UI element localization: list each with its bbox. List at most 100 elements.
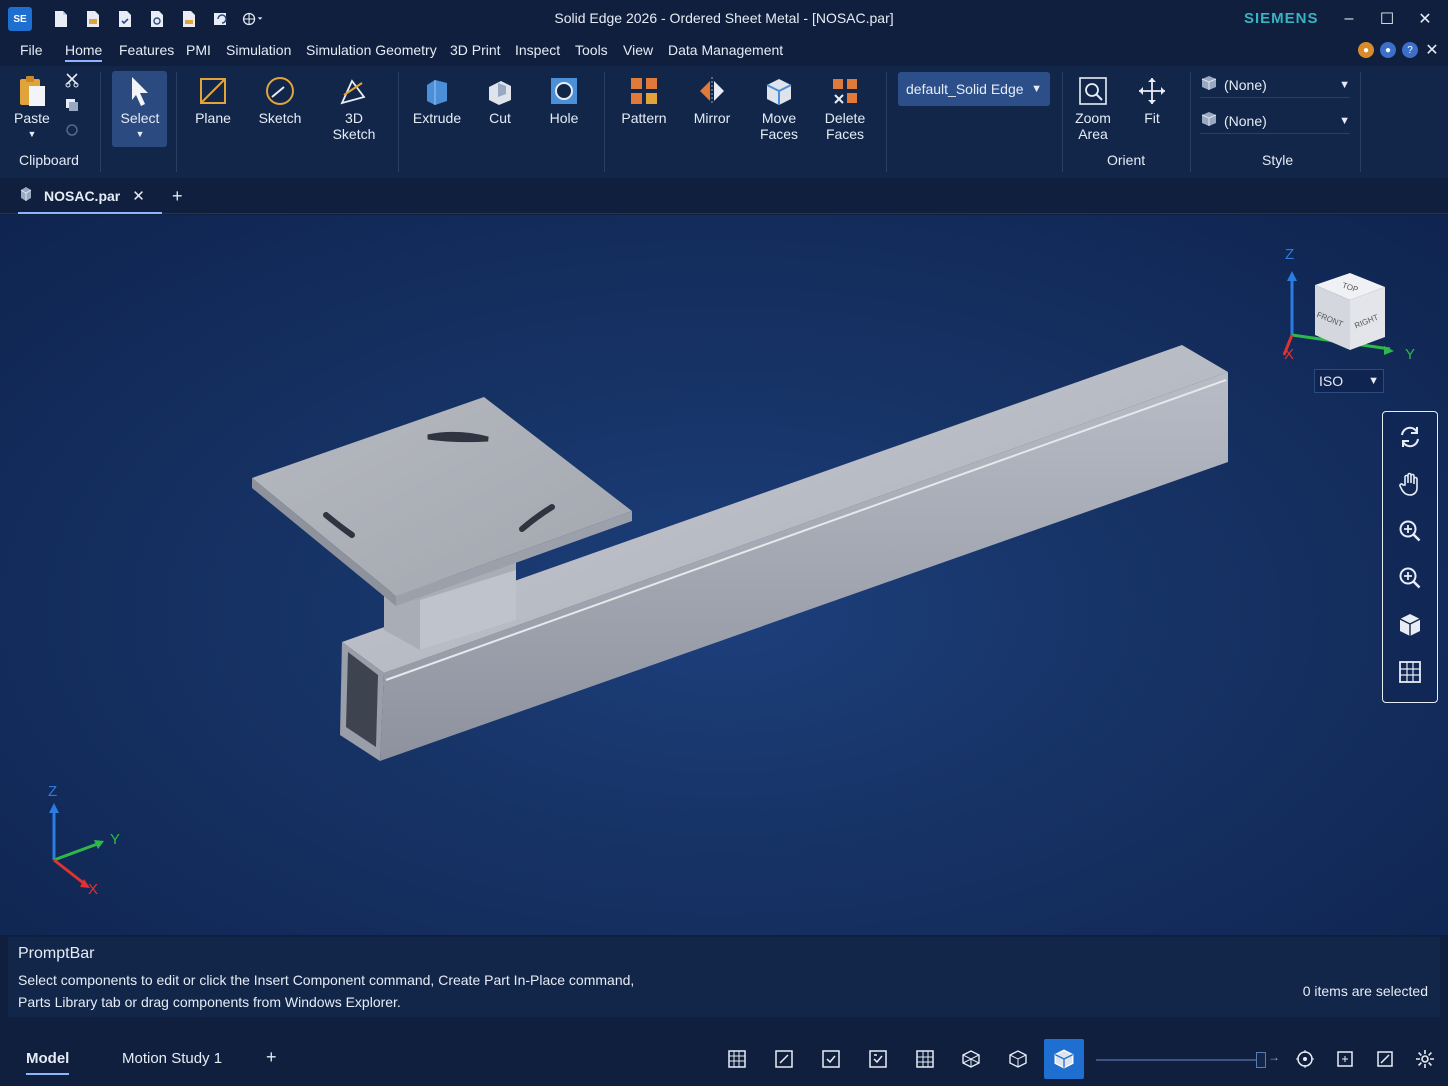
- view-orientation-dropdown[interactable]: ISO ▼: [1314, 369, 1384, 393]
- paste-label: Paste: [14, 110, 50, 126]
- window-title: Solid Edge 2026 - Ordered Sheet Metal - …: [554, 10, 894, 26]
- pattern-button[interactable]: Pattern: [618, 74, 670, 126]
- move-faces-button[interactable]: Move Faces: [758, 74, 800, 142]
- menu-bar: File Home Features PMI Simulation Simula…: [0, 40, 1448, 64]
- ribbon-separator: [100, 72, 101, 172]
- fit-button[interactable]: Fit: [1136, 74, 1168, 126]
- zoom-arrow-icon: →: [1268, 1050, 1280, 1064]
- template-dropdown[interactable]: default_Solid Edge ▼: [898, 72, 1050, 106]
- cut-clipboard-icon[interactable]: [64, 72, 80, 93]
- tab-simulation[interactable]: Simulation: [226, 42, 291, 58]
- gear-icon[interactable]: [1414, 1048, 1436, 1070]
- style-dropdown-1[interactable]: (None) ▼: [1200, 72, 1350, 98]
- extrude-button[interactable]: Extrude: [410, 74, 464, 126]
- style-dropdown-2[interactable]: (None) ▼: [1200, 108, 1350, 134]
- settings-view-icon[interactable]: [1374, 1048, 1396, 1070]
- view-cube-icon[interactable]: [1395, 610, 1425, 640]
- ribbon-separator: [604, 72, 605, 172]
- maximize-button[interactable]: ☐: [1368, 6, 1406, 32]
- tab-home[interactable]: Home: [65, 42, 103, 62]
- tab-simulation-geometry[interactable]: Simulation Geometry: [306, 42, 437, 58]
- add-tab-button[interactable]: +: [172, 186, 183, 207]
- cursor-icon: [123, 74, 157, 108]
- document-tab[interactable]: NOSAC.par ✕: [18, 180, 162, 214]
- graphics-viewport[interactable]: Z Y X TOP FRONT RIGHT Z Y X ISO ▼: [0, 215, 1448, 935]
- add-study-button[interactable]: +: [266, 1047, 277, 1068]
- zoom-area-button[interactable]: Zoom Area: [1072, 74, 1114, 142]
- 3d-sketch-button[interactable]: 3D Sketch: [331, 74, 377, 142]
- chevron-down-icon: ▼: [1339, 78, 1350, 91]
- mirror-button[interactable]: Mirror: [690, 74, 734, 126]
- pattern-icon: [627, 74, 661, 108]
- view-grid-3-icon[interactable]: [820, 1048, 842, 1070]
- close-window-button[interactable]: ✕: [1406, 6, 1444, 32]
- tab-tools[interactable]: Tools: [575, 42, 608, 58]
- select-button[interactable]: Select ▼: [118, 74, 162, 142]
- view-grid-5-icon[interactable]: [914, 1048, 936, 1070]
- orbit-icon[interactable]: [1294, 1048, 1316, 1070]
- fit-label: Fit: [1144, 110, 1160, 126]
- tab-inspect[interactable]: Inspect: [515, 42, 560, 58]
- paste-chevron-icon[interactable]: ▼: [27, 126, 36, 142]
- help-icons: ● ● ? ✕: [1358, 42, 1440, 59]
- status-bar: Model Motion Study 1 + →: [0, 1030, 1448, 1086]
- shaded-edges-icon[interactable]: [1044, 1039, 1084, 1079]
- prompt-bar: PromptBar Select components to edit or c…: [8, 937, 1440, 1017]
- plane-icon: [196, 74, 230, 108]
- wireframe-icon[interactable]: [960, 1048, 982, 1070]
- ribbon: Paste ▼ Clipboard Select ▼ Plane Sketch …: [0, 66, 1448, 178]
- plane-button[interactable]: Plane: [192, 74, 234, 126]
- cut-label: Cut: [489, 110, 511, 126]
- pan-hand-icon[interactable]: [1395, 469, 1425, 499]
- extrude-icon: [420, 74, 454, 108]
- shaded-icon[interactable]: [1007, 1048, 1029, 1070]
- prompt-bar-message-line2: Parts Library tab or drag components fro…: [18, 994, 401, 1010]
- view-grid-1-icon[interactable]: [726, 1048, 748, 1070]
- rotate-icon[interactable]: [1395, 422, 1425, 452]
- help-icon[interactable]: ?: [1402, 42, 1418, 58]
- prompt-bar-title: PromptBar: [18, 945, 95, 962]
- tab-data-management[interactable]: Data Management: [668, 42, 783, 58]
- close-tab-icon[interactable]: ✕: [132, 187, 145, 205]
- tab-3d-print[interactable]: 3D Print: [450, 42, 501, 58]
- close-ribbon-icon[interactable]: ✕: [1424, 42, 1440, 59]
- style-cube-icon: [1200, 110, 1218, 131]
- tab-features[interactable]: Features: [119, 42, 174, 58]
- ribbon-separator: [1360, 72, 1361, 172]
- minimize-button[interactable]: –: [1330, 6, 1368, 32]
- ribbon-separator: [1190, 72, 1191, 172]
- 3d-model-view[interactable]: [0, 215, 1448, 935]
- axis-y-label: Y: [110, 831, 121, 848]
- community-icon[interactable]: ●: [1358, 42, 1374, 58]
- sketch-button[interactable]: Sketch: [257, 74, 303, 126]
- 3d-sketch-label: 3D Sketch: [332, 110, 376, 142]
- delete-faces-button[interactable]: Delete Faces: [822, 74, 868, 142]
- zoom-slider-thumb[interactable]: [1256, 1052, 1266, 1068]
- axis-x-label: X: [88, 881, 99, 898]
- view-cube[interactable]: [1280, 245, 1420, 365]
- tab-motion-study-1[interactable]: Motion Study 1: [122, 1050, 222, 1067]
- copy-icon[interactable]: [64, 97, 80, 118]
- tab-model[interactable]: Model: [26, 1050, 70, 1075]
- window-controls: – ☐ ✕: [1330, 6, 1444, 32]
- select-label: Select: [120, 110, 160, 126]
- select-chevron-icon[interactable]: ▼: [136, 126, 145, 142]
- zoom-area-icon[interactable]: [1395, 563, 1425, 593]
- grid-icon[interactable]: [1395, 657, 1425, 687]
- learning-icon[interactable]: ●: [1380, 42, 1396, 58]
- move-faces-icon: [762, 74, 796, 108]
- format-painter-icon[interactable]: [64, 122, 80, 143]
- tab-file[interactable]: File: [20, 42, 43, 58]
- tab-pmi[interactable]: PMI: [186, 42, 211, 58]
- fit-icon[interactable]: [1334, 1048, 1356, 1070]
- paste-button[interactable]: Paste ▼: [14, 74, 50, 142]
- view-grid-4-icon[interactable]: [867, 1048, 889, 1070]
- zoom-slider-track[interactable]: [1096, 1059, 1266, 1061]
- style-dropdown-1-value: (None): [1224, 76, 1267, 93]
- tab-view[interactable]: View: [623, 42, 653, 58]
- cut-button[interactable]: Cut: [484, 74, 516, 126]
- ribbon-separator: [176, 72, 177, 172]
- view-grid-2-icon[interactable]: [773, 1048, 795, 1070]
- zoom-icon[interactable]: [1395, 516, 1425, 546]
- hole-button[interactable]: Hole: [544, 74, 584, 126]
